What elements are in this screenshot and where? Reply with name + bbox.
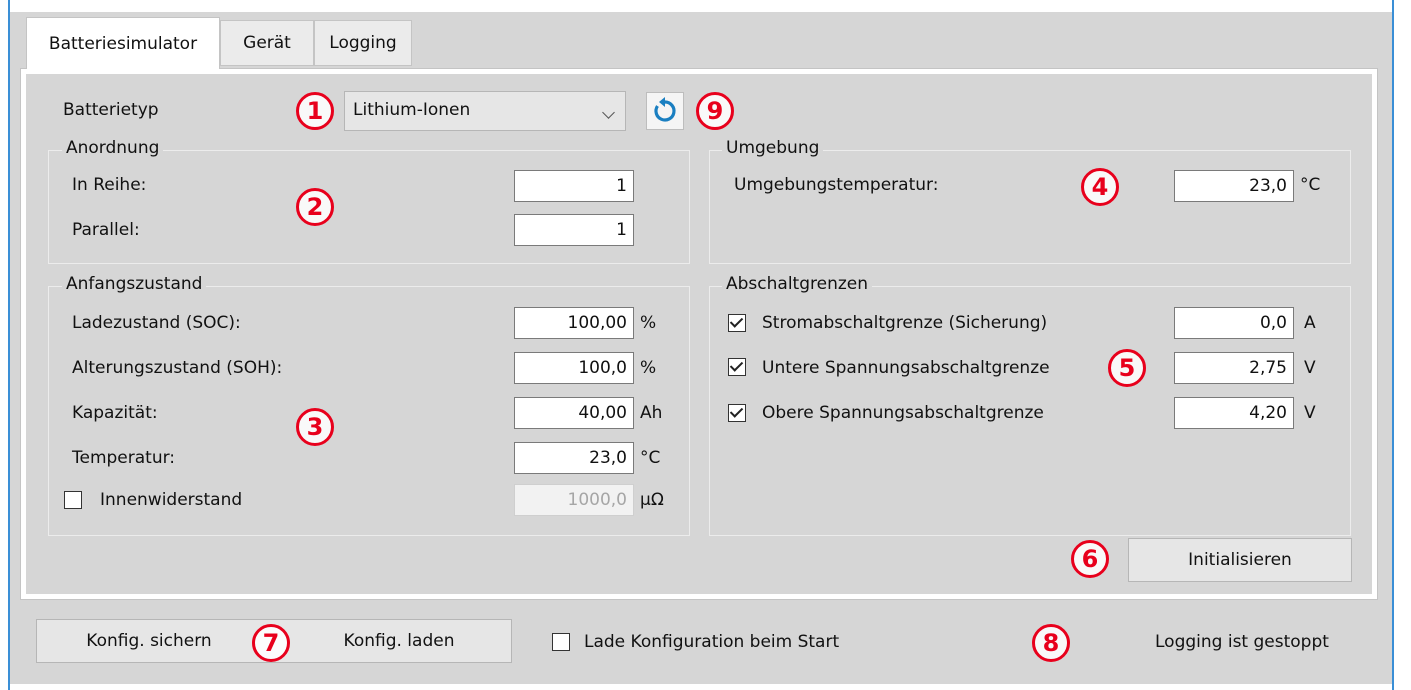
annotation-badge-2: 2 xyxy=(296,188,334,226)
chevron-down-icon xyxy=(602,106,615,119)
parallel-input[interactable]: 1 xyxy=(514,214,634,246)
initialize-label: Initialisieren xyxy=(1188,550,1292,570)
lower-voltage-label: Untere Spannungsabschaltgrenze xyxy=(762,358,1050,378)
refresh-icon xyxy=(654,97,676,122)
tab-label: Gerät xyxy=(243,33,291,53)
panel-content: Batterietyp 1 Lithium-Ionen 9 Anordnung … xyxy=(26,74,1372,594)
annotation-badge-7: 7 xyxy=(252,624,290,662)
internal-resistance-checkbox[interactable] xyxy=(64,491,82,509)
current-cutoff-label: Stromabschaltgrenze (Sicherung) xyxy=(762,313,1048,333)
annotation-badge-6: 6 xyxy=(1071,540,1109,578)
window-edge-left xyxy=(8,0,10,690)
initial-state-title: Anfangszustand xyxy=(62,274,207,294)
current-cutoff-checkbox[interactable] xyxy=(728,314,746,332)
annotation-badge-1: 1 xyxy=(296,92,334,130)
capacity-unit: Ah xyxy=(640,403,663,423)
tab-label: Batteriesimulator xyxy=(48,33,198,54)
lower-voltage-checkbox[interactable] xyxy=(728,358,746,376)
internal-resistance-input: 1000,0 xyxy=(514,484,634,516)
refresh-button[interactable] xyxy=(646,92,684,130)
tab-label: Logging xyxy=(329,33,397,53)
arrangement-title: Anordnung xyxy=(62,138,164,158)
soh-label: Alterungszustand (SOH): xyxy=(72,358,283,378)
environment-group xyxy=(709,150,1351,264)
soh-unit: % xyxy=(640,358,657,378)
battery-type-label: Batterietyp xyxy=(63,100,159,120)
in-series-label: In Reihe: xyxy=(72,175,147,195)
temperature-input[interactable]: 23,0 xyxy=(514,442,634,474)
load-config-button[interactable]: Konfig. laden xyxy=(286,619,512,663)
tab-geraet[interactable]: Gerät xyxy=(220,20,314,66)
upper-voltage-input[interactable]: 4,20 xyxy=(1174,397,1294,429)
soc-input[interactable]: 100,00 xyxy=(514,307,634,339)
annotation-badge-9: 9 xyxy=(696,92,734,130)
environment-title: Umgebung xyxy=(722,138,824,158)
upper-voltage-checkbox[interactable] xyxy=(728,404,746,422)
cutoff-limits-title: Abschaltgrenzen xyxy=(722,274,873,294)
ambient-temp-input[interactable]: 23,0 xyxy=(1174,170,1294,202)
upper-voltage-unit: V xyxy=(1304,403,1316,423)
current-cutoff-input[interactable]: 0,0 xyxy=(1174,307,1294,339)
tab-batteriesimulator[interactable]: Batteriesimulator xyxy=(26,17,220,69)
load-config-label: Konfig. laden xyxy=(343,631,455,651)
soh-input[interactable]: 100,0 xyxy=(514,352,634,384)
annotation-badge-5: 5 xyxy=(1108,349,1146,387)
capacity-input[interactable]: 40,00 xyxy=(514,397,634,429)
capacity-label: Kapazität: xyxy=(72,403,158,423)
annotation-badge-3: 3 xyxy=(296,408,334,446)
load-on-start-checkbox[interactable] xyxy=(552,633,570,651)
parallel-label: Parallel: xyxy=(72,220,140,240)
battery-type-select[interactable]: Lithium-Ionen xyxy=(344,91,626,131)
current-cutoff-unit: A xyxy=(1304,313,1316,333)
annotation-badge-4: 4 xyxy=(1081,168,1119,206)
battery-type-value: Lithium-Ionen xyxy=(353,100,471,120)
lower-voltage-unit: V xyxy=(1304,358,1316,378)
ambient-temp-label: Umgebungstemperatur: xyxy=(734,175,939,195)
lower-voltage-input[interactable]: 2,75 xyxy=(1174,352,1294,384)
tab-logging[interactable]: Logging xyxy=(314,20,412,66)
in-series-input[interactable]: 1 xyxy=(514,170,634,202)
annotation-badge-8: 8 xyxy=(1032,624,1070,662)
load-on-start-label: Lade Konfiguration beim Start xyxy=(584,632,840,652)
internal-resistance-unit: µΩ xyxy=(640,490,664,510)
save-config-label: Konfig. sichern xyxy=(86,631,212,651)
temperature-unit: °C xyxy=(640,448,661,468)
soc-unit: % xyxy=(640,313,657,333)
temperature-label: Temperatur: xyxy=(72,448,176,468)
upper-voltage-label: Obere Spannungsabschaltgrenze xyxy=(762,403,1044,423)
arrangement-group xyxy=(48,150,690,264)
save-config-button[interactable]: Konfig. sichern xyxy=(36,619,262,663)
tab-panel: Batterietyp 1 Lithium-Ionen 9 Anordnung … xyxy=(20,68,1378,600)
internal-resistance-label: Innenwiderstand xyxy=(100,490,243,510)
initialize-button[interactable]: Initialisieren xyxy=(1128,538,1352,582)
logging-status-text: Logging ist gestoppt xyxy=(1155,632,1329,652)
soc-label: Ladezustand (SOC): xyxy=(72,313,241,333)
window-edge-right xyxy=(1392,0,1394,690)
ambient-temp-unit: °C xyxy=(1300,175,1321,195)
